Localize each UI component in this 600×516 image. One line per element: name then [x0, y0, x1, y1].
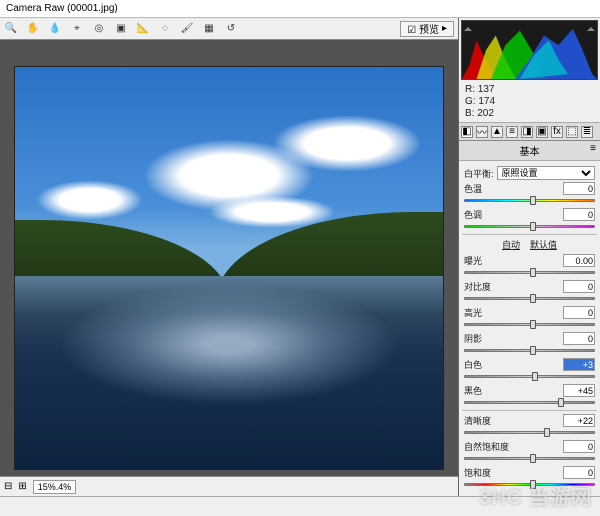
temp-thumb[interactable] [530, 196, 536, 205]
temp-row: 色温 [464, 182, 595, 205]
exposure-thumb[interactable] [530, 268, 536, 277]
main-area: 🔍 ✋ 💧 ⌖ ◎ ▣ 📐 ◌ 🖌 ▦ ↺ ☑ 预览▸ [0, 18, 600, 496]
tab-lens[interactable]: ▣ [536, 126, 548, 138]
temp-input[interactable] [563, 182, 595, 195]
zoom-out-icon[interactable]: ⊟ [4, 481, 12, 492]
tab-preset[interactable]: ≣ [581, 126, 593, 138]
target-icon[interactable]: ◎ [92, 22, 106, 36]
canvas-area: 🔍 ✋ 💧 ⌖ ◎ ▣ 📐 ◌ 🖌 ▦ ↺ ☑ 预览▸ [0, 18, 458, 496]
blacks-thumb[interactable] [558, 398, 564, 407]
brush-icon[interactable]: 🖌 [180, 22, 194, 36]
image-viewport[interactable] [0, 40, 458, 476]
crop-icon[interactable]: ▣ [114, 22, 128, 36]
straighten-icon[interactable]: 📐 [136, 22, 150, 36]
default-link[interactable]: 默认值 [530, 238, 557, 251]
auto-link[interactable]: 自动 [502, 238, 520, 251]
b-value: B: 202 [465, 108, 594, 120]
contrast-thumb[interactable] [530, 294, 536, 303]
whites-thumb[interactable] [532, 372, 538, 381]
wb-label: 白平衡: [464, 167, 494, 180]
panel-title: 基本 ≡ [459, 141, 600, 161]
rgb-readout: R: 137 G: 174 B: 202 [459, 82, 600, 123]
shadows-input[interactable] [563, 332, 595, 345]
vibrance-thumb[interactable] [530, 454, 536, 463]
g-value: G: 174 [465, 96, 594, 108]
spot-icon[interactable]: ◌ [158, 22, 172, 36]
tab-detail[interactable]: ▲ [491, 126, 503, 138]
wb-select[interactable]: 原照设置 [497, 166, 595, 180]
zoom-level[interactable]: 15%.4% [33, 480, 77, 494]
tint-row: 色调 [464, 208, 595, 231]
highlights-thumb[interactable] [530, 320, 536, 329]
zoom-in-icon[interactable]: ⊞ [18, 481, 26, 492]
saturation-input[interactable] [563, 466, 595, 479]
blacks-input[interactable] [563, 384, 595, 397]
zoom-icon[interactable]: 🔍 [4, 22, 18, 36]
rotate-ccw-icon[interactable]: ↺ [224, 22, 238, 36]
hand-icon[interactable]: ✋ [26, 22, 40, 36]
highlights-input[interactable] [563, 306, 595, 319]
window-titlebar: Camera Raw (00001.jpg) [0, 0, 600, 18]
tint-input[interactable] [563, 208, 595, 221]
tint-thumb[interactable] [530, 222, 536, 231]
color-sampler-icon[interactable]: ⌖ [70, 22, 84, 36]
controls: 白平衡: 原照设置 色温 色调 自动 默认值 曝光 对比度 高光 阴影 白色 黑… [459, 161, 600, 496]
clarity-input[interactable] [563, 414, 595, 427]
tab-calib[interactable]: ⬚ [566, 126, 578, 138]
panel-tabs: ◧ 〰 ▲ ≡ ◨ ▣ fx ⬚ ≣ [459, 123, 600, 141]
panel-menu-icon[interactable]: ≡ [590, 143, 596, 154]
tab-split[interactable]: ◨ [521, 126, 533, 138]
window-title: Camera Raw (00001.jpg) [6, 3, 118, 14]
clarity-thumb[interactable] [544, 428, 550, 437]
histogram[interactable] [461, 20, 598, 80]
r-value: R: 137 [465, 84, 594, 96]
contrast-input[interactable] [563, 280, 595, 293]
wb-icon[interactable]: 💧 [48, 22, 62, 36]
tab-hsl[interactable]: ≡ [506, 126, 518, 138]
whites-input[interactable] [563, 358, 595, 371]
photo-preview [14, 66, 444, 470]
side-panel: R: 137 G: 174 B: 202 ◧ 〰 ▲ ≡ ◨ ▣ fx ⬚ ≣ … [458, 18, 600, 496]
bottom-bar [0, 496, 600, 516]
shadows-thumb[interactable] [530, 346, 536, 355]
tab-basic[interactable]: ◧ [461, 126, 473, 138]
tab-fx[interactable]: fx [551, 126, 563, 138]
preview-toggle[interactable]: ☑ 预览▸ [400, 21, 454, 37]
vibrance-input[interactable] [563, 440, 595, 453]
statusbar: ⊟ ⊞ 15%.4% [0, 476, 458, 496]
toolbar: 🔍 ✋ 💧 ⌖ ◎ ▣ 📐 ◌ 🖌 ▦ ↺ ☑ 预览▸ [0, 18, 458, 40]
saturation-thumb[interactable] [530, 480, 536, 489]
exposure-input[interactable] [563, 254, 595, 267]
prefs-icon[interactable]: ▦ [202, 22, 216, 36]
tab-curve[interactable]: 〰 [476, 126, 488, 138]
chevron-icon: ▸ [442, 23, 447, 34]
